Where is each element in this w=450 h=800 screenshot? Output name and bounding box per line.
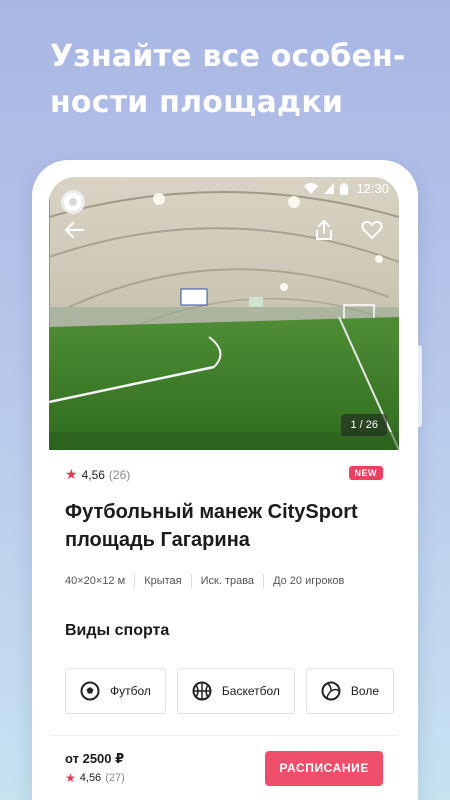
booking-bar: от 2500 ₽ ★ 4,56 (27) РАСПИСАНИЕ: [49, 735, 399, 800]
sport-card-football[interactable]: Футбол: [65, 668, 166, 714]
schedule-button[interactable]: РАСПИСАНИЕ: [265, 751, 383, 786]
sport-label: Футбол: [110, 684, 151, 698]
heart-icon: [361, 220, 383, 239]
basketball-icon: [192, 681, 212, 701]
venue-specs: 40×20×12 м Крытая Иск. трава До 20 игрок…: [65, 574, 344, 588]
venue-title-line-2: площадь Гагарина: [65, 529, 250, 551]
volleyball-icon: [321, 681, 341, 701]
share-button[interactable]: [311, 217, 337, 243]
sport-label: Воле: [350, 684, 379, 698]
spec-capacity: До 20 игроков: [273, 575, 345, 587]
status-time: 12:30: [356, 181, 389, 196]
share-icon: [316, 220, 332, 240]
back-button[interactable]: [61, 217, 87, 243]
camera-cutout: [61, 190, 85, 214]
bottom-rating: ★ 4,56 (27): [65, 771, 125, 785]
rating-count: (26): [108, 467, 131, 482]
spec-type: Крытая: [144, 575, 182, 587]
venue-photo[interactable]: 12:30 1 / 26: [49, 177, 399, 450]
soccer-ball-icon: [80, 681, 100, 701]
spec-divider: [134, 574, 136, 588]
wifi-icon: [304, 183, 319, 194]
sports-section-title: Виды спорта: [65, 622, 170, 639]
sport-card-volleyball[interactable]: Воле: [305, 668, 394, 714]
venue-title: Футбольный манеж CitySport площадь Гагар…: [65, 498, 390, 554]
phone-screen: 12:30 1 / 26 ★ 4,56 (26) NEW Футбольный …: [49, 177, 399, 800]
spec-divider: [263, 574, 265, 588]
sports-list: Футбол Баскетбол Воле: [65, 668, 394, 714]
star-icon: ★: [65, 466, 78, 482]
sport-card-basketball[interactable]: Баскетбол: [176, 668, 295, 714]
rating-value: 4,56: [79, 772, 102, 784]
sport-label: Баскетбол: [221, 684, 280, 698]
venue-rating: ★ 4,56 (26): [65, 466, 130, 483]
favorite-button[interactable]: [359, 217, 385, 243]
new-badge: NEW: [348, 466, 383, 480]
status-icons: 12:30: [304, 181, 389, 196]
rating-value: 4,56: [81, 467, 105, 482]
phone-side-button: [418, 345, 422, 427]
promo-line-2: ности площадки: [50, 85, 344, 120]
spec-dimensions: 40×20×12 м: [65, 575, 126, 587]
photo-counter: 1 / 26: [341, 414, 387, 436]
price-label: от 2500 ₽: [65, 751, 125, 766]
promo-line-1: Узнайте все особен-: [50, 39, 406, 74]
rating-count: (27): [105, 772, 125, 784]
promo-heading: Узнайте все особен- ности площадки: [50, 34, 420, 126]
spec-surface: Иск. трава: [200, 575, 255, 587]
venue-title-line-1: Футбольный манеж CitySport: [65, 501, 358, 523]
star-icon: ★: [65, 771, 76, 785]
arrow-left-icon: [64, 221, 84, 239]
spec-divider: [190, 574, 192, 588]
status-bar: 12:30: [49, 177, 399, 214]
signal-icon: [324, 183, 335, 194]
indoor-football-field-photo: [49, 177, 399, 450]
battery-icon: [340, 182, 349, 195]
